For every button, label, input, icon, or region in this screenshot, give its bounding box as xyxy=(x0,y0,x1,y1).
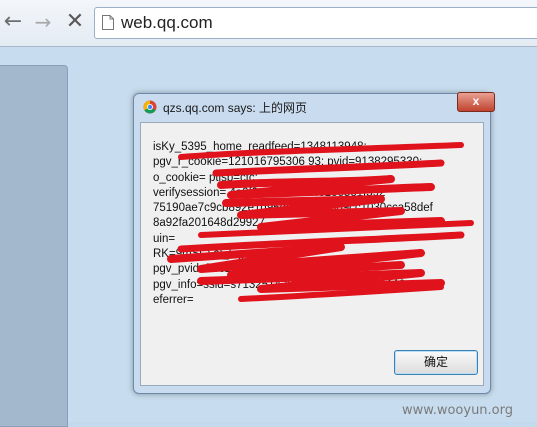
stop-button[interactable]: ✕ xyxy=(62,9,88,35)
message-line: pgv_info=ssid=s7132514208&ssi=s171839094… xyxy=(153,278,433,291)
dialog-body: isKy_5395_home_readfeed=1348113948; pgv_… xyxy=(140,122,484,386)
message-line: 8a92fa201648d29927 xyxy=(153,217,265,230)
back-button[interactable]: ← xyxy=(0,9,26,35)
message-line: 75190ae7c9cb892e1d95d5d09e11809cc1030cca… xyxy=(153,202,433,215)
message-line: RK=9mSCl al_loginmui xyxy=(153,248,272,261)
watermark-text: www.wooyun.org xyxy=(402,403,514,418)
close-button[interactable]: x xyxy=(457,92,495,112)
message-line: eferrer= xyxy=(153,293,194,306)
forward-button[interactable]: → xyxy=(30,9,56,35)
message-line: isKy_5395_home_readfeed=1348113948; xyxy=(153,141,367,153)
sidebar-panel xyxy=(0,65,68,427)
ok-button[interactable]: 确定 xyxy=(394,350,478,375)
browser-toolbar: ← → ✕ web.qq.com xyxy=(0,0,537,47)
alert-message: isKy_5395_home_readfeed=1348113948; pgv_… xyxy=(153,140,479,308)
message-line: uin= xyxy=(153,232,176,245)
message-line: o_cookie= ptisp=ctc; xyxy=(153,171,258,184)
url-text[interactable]: web.qq.com xyxy=(121,13,213,33)
message-line: pgv_r_cookie=121016795306 93; pvid=91382… xyxy=(153,156,423,169)
alert-dialog: qzs.qq.com says: 上的网页 x isKy_5395_home_r… xyxy=(133,92,495,394)
page-icon xyxy=(102,15,114,30)
chrome-icon xyxy=(143,100,157,114)
message-line: pgv_pvid=5362705750; xyxy=(153,263,273,276)
address-bar[interactable]: web.qq.com xyxy=(94,7,537,39)
message-line: verifysession= 4a0f9c8d2a4045f61ee561f59… xyxy=(153,186,386,199)
dialog-title: qzs.qq.com says: 上的网页 xyxy=(163,101,308,115)
